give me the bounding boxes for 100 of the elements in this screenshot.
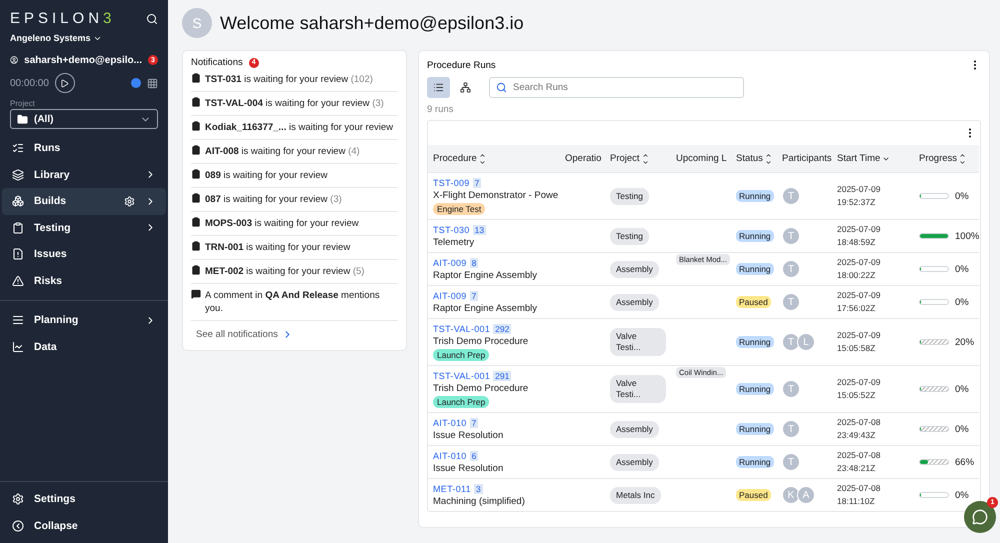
notification-item[interactable]: Kodiak_116377_... is waiting for your review xyxy=(191,116,398,140)
user-name[interactable]: saharsh+demo@epsilo... xyxy=(24,54,142,66)
participant-avatar: T xyxy=(782,380,800,398)
start-date: 2025-07-08 xyxy=(837,450,880,461)
notification-item[interactable]: A comment in QA And Release mentions you. xyxy=(191,284,398,321)
nav-item[interactable]: Collapse xyxy=(2,512,166,539)
list-icon xyxy=(433,82,444,93)
grid-icon[interactable] xyxy=(147,78,158,88)
procedure-link[interactable]: AIT-009 xyxy=(433,290,467,300)
procedure-link[interactable]: MET-011 xyxy=(433,484,471,494)
notification-item[interactable]: 087 is waiting for your review (3) xyxy=(191,188,398,212)
sort-icon[interactable] xyxy=(764,152,772,166)
notification-item[interactable]: TST-VAL-004 is waiting for your review (3) xyxy=(191,92,398,116)
column-header[interactable]: Procedure xyxy=(433,153,477,164)
project-chip: Testing xyxy=(610,228,649,244)
clipboard-icon xyxy=(12,222,24,234)
start-time: 18:00:22Z xyxy=(837,270,876,281)
progress-value: 0% xyxy=(955,296,969,308)
card-title: Notifications xyxy=(191,57,243,68)
notification-item[interactable]: TRN-001 is waiting for your review xyxy=(191,236,398,260)
run-number: 291 xyxy=(493,370,512,380)
clipboard-icon xyxy=(191,97,201,107)
tag: Launch Prep xyxy=(433,396,490,408)
play-button[interactable] xyxy=(54,73,75,93)
participant-avatar: T xyxy=(782,420,800,438)
project-chip: Assembly xyxy=(610,294,659,310)
start-date: 2025-07-08 xyxy=(837,417,880,428)
status-badge: Running xyxy=(736,263,774,275)
nav-item[interactable]: Testing xyxy=(2,214,166,241)
notification-item[interactable]: MET-002 is waiting for your review (5) xyxy=(191,260,398,284)
logo: EPSILON 3 xyxy=(10,10,116,27)
timer: 00:00:00 xyxy=(10,78,49,88)
run-count: 9 runs xyxy=(427,104,454,115)
tag: Engine Test xyxy=(433,202,486,214)
project-chip: Assembly xyxy=(610,454,659,470)
status-badge: Paused xyxy=(736,296,771,308)
progress-value: 0% xyxy=(955,384,969,394)
column-header[interactable]: Project xyxy=(610,153,640,164)
start-date: 2025-07-08 xyxy=(837,483,880,494)
notification-item[interactable]: 089 is waiting for your review xyxy=(191,164,398,188)
progress-value: 100% xyxy=(955,230,980,242)
run-number: 7 xyxy=(470,418,478,428)
procedure-name: Trish Demo Procedure xyxy=(433,382,528,394)
start-time: 15:05:52Z xyxy=(837,390,876,401)
see-all-link[interactable]: See all notifications xyxy=(191,321,398,344)
boxes-icon xyxy=(12,195,24,208)
run-number: 13 xyxy=(472,224,486,234)
start-time: 17:56:02Z xyxy=(837,303,876,314)
project-chip: Valve Testi... xyxy=(610,328,666,356)
nav-item[interactable]: Settings xyxy=(2,486,166,512)
notification-item[interactable]: MOPS-003 is waiting for your review xyxy=(191,212,398,236)
procedure-link[interactable]: TST-VAL-001 xyxy=(433,324,490,334)
progress-value: 66% xyxy=(955,456,974,468)
procedure-name: Issue Resolution xyxy=(433,430,504,440)
status-dot xyxy=(131,78,141,88)
search-icon xyxy=(496,82,507,93)
nav-item[interactable]: Risks xyxy=(2,268,166,294)
participant-avatar: T xyxy=(782,187,800,205)
search-field[interactable]: Search Runs xyxy=(489,77,744,98)
procedure-link[interactable]: AIT-009 xyxy=(433,258,467,268)
run-number: 8 xyxy=(470,258,478,268)
nav-item[interactable]: Runs xyxy=(2,135,166,162)
status-badge: Running xyxy=(736,383,774,395)
nav-item[interactable]: Library xyxy=(2,162,166,188)
notification-item[interactable]: AIT-008 is waiting for your review (4) xyxy=(191,140,398,164)
organization-name[interactable]: Angeleno Systems xyxy=(10,33,91,43)
start-time: 23:49:43Z xyxy=(837,430,876,441)
procedure-link[interactable]: TST-VAL-001 xyxy=(433,370,490,380)
procedure-link[interactable]: TST-030 xyxy=(433,224,470,234)
procedure-link[interactable]: TST-009 xyxy=(433,178,470,188)
project-select[interactable]: (All) xyxy=(10,109,158,129)
sort-icon[interactable] xyxy=(959,152,966,166)
participant-avatar: T xyxy=(782,260,800,278)
status-badge: Paused xyxy=(736,489,771,501)
participant-avatar: K xyxy=(782,486,800,504)
procedure-name: Machining (simplified) xyxy=(433,496,525,506)
settings-icon[interactable] xyxy=(124,196,135,207)
procedure-name: Raptor Engine Assembly xyxy=(433,270,538,280)
sort-icon[interactable] xyxy=(642,152,649,166)
clipboard-icon xyxy=(191,217,201,227)
nav-item[interactable]: Data xyxy=(2,334,166,360)
procedure-name: X-Flight Demonstrator - Powe xyxy=(433,190,558,200)
nav-item[interactable]: Builds xyxy=(2,188,166,214)
notification-item[interactable]: TST-031 is waiting for your review (102) xyxy=(191,68,398,92)
run-number: 6 xyxy=(470,450,478,460)
start-date: 2025-07-09 xyxy=(837,184,880,195)
chart-icon xyxy=(12,340,24,353)
procedure-link[interactable]: AIT-010 xyxy=(433,450,467,460)
procedure-link[interactable]: AIT-010 xyxy=(433,418,467,428)
participant-avatar: A xyxy=(797,486,815,504)
list-view-button[interactable] xyxy=(427,77,450,98)
progress-value: 0% xyxy=(955,264,969,274)
comment-icon xyxy=(191,289,201,299)
status-badge: Running xyxy=(736,423,774,435)
start-time: 18:11:10Z xyxy=(837,496,875,507)
nav-item[interactable]: Issues xyxy=(2,241,166,268)
sort-icon[interactable] xyxy=(478,152,486,166)
progress-value: 0% xyxy=(955,190,969,202)
search-icon[interactable] xyxy=(146,12,158,24)
nav-item[interactable]: Planning xyxy=(2,307,166,334)
